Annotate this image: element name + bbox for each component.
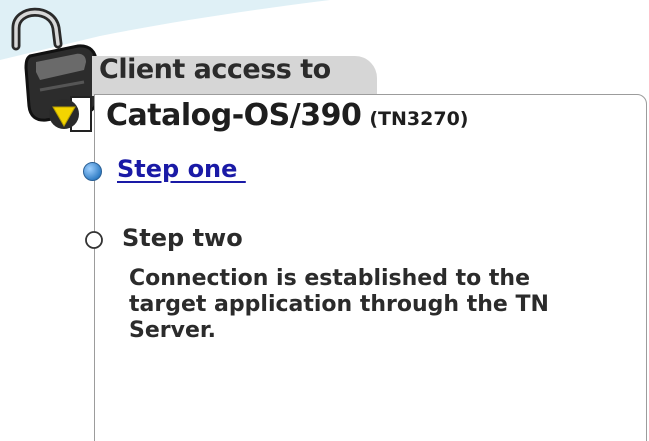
yellow-warning-triangle-icon — [49, 96, 92, 132]
title-prefix: Client access to — [99, 54, 331, 85]
description-line: Connection is established to the — [129, 266, 531, 291]
blue-filled-circle-icon — [83, 162, 102, 181]
description-line: Server. — [129, 318, 216, 343]
empty-circle-icon — [85, 231, 103, 249]
app-name: Catalog-OS/390 — [106, 98, 362, 133]
step-two-description: Connection is established to the target … — [129, 266, 629, 344]
protocol-label: (TN3270) — [369, 108, 469, 130]
page-title: Catalog-OS/390 (TN3270) — [106, 98, 468, 133]
step-two-label: Step two — [122, 224, 243, 252]
step-one-link[interactable]: Step one — [117, 155, 246, 183]
description-line: target application through the TN — [129, 292, 549, 317]
access-wizard: Client access to Catalog-OS/390 (TN3270) … — [0, 0, 649, 441]
